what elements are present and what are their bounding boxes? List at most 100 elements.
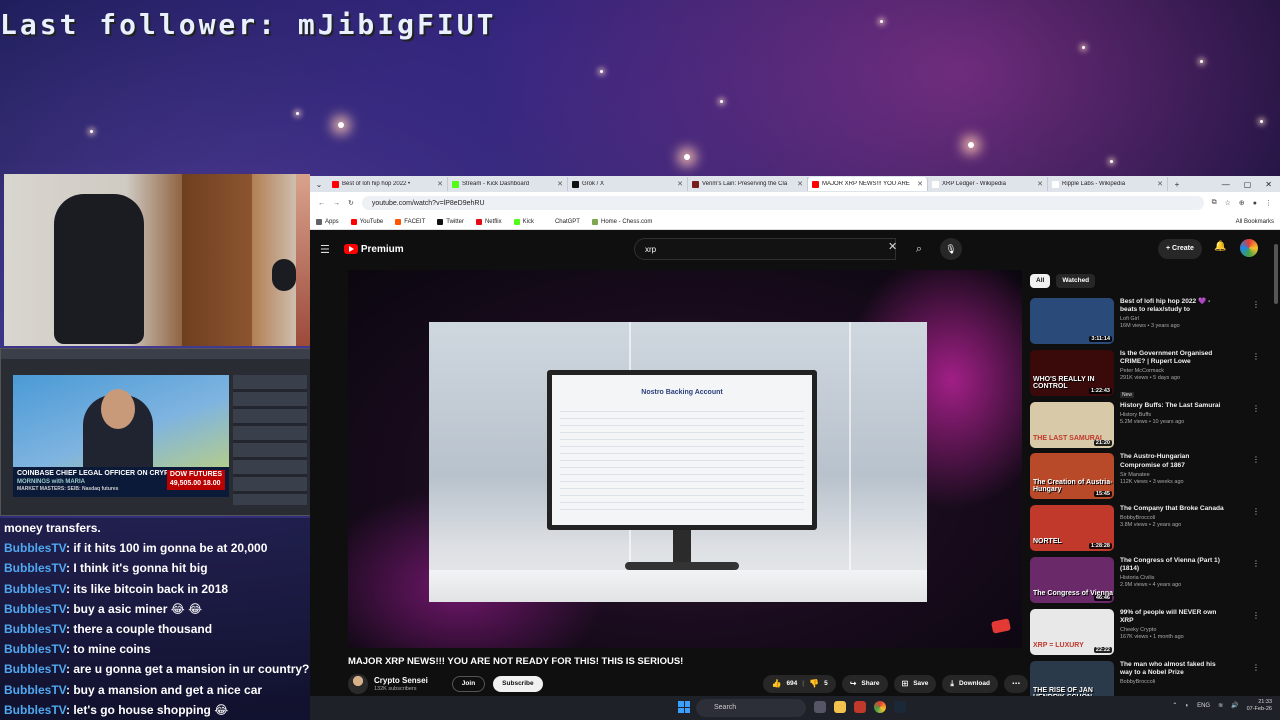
new-tab-button[interactable]: + [1168,180,1186,189]
share-button[interactable]: ↪ Share [841,675,888,693]
bookmark-item[interactable]: Twitter [437,218,464,225]
steam-icon[interactable] [894,701,906,713]
search-input[interactable]: xrp [634,238,896,260]
recommendation-item[interactable]: XRP = LUXURY 22:22 99% of people will NEVE… [1030,608,1270,661]
more-options-icon[interactable]: ⋮ [1252,611,1260,620]
avatar[interactable] [1240,239,1258,257]
recommendation-channel[interactable]: Lofi Girl [1120,316,1228,323]
browser-tab[interactable]: MAJOR XRP NEWS!!! YOU ARE ✕ [808,177,928,191]
recommendation-title[interactable]: The man who almost faked his way to a No… [1120,661,1228,677]
tab-close-icon[interactable]: ✕ [557,180,563,188]
video-thumbnail[interactable]: WHO'S REALLY IN CONTROL 1:22:43 [1030,349,1114,396]
chat-username[interactable]: BubblesTV [4,662,66,676]
close-window-icon[interactable]: ✕ [1265,180,1272,189]
recommendation-channel[interactable]: Peter McCormack [1120,368,1228,375]
youtube-logo[interactable]: Premium [343,244,404,255]
like-button[interactable]: 👍 694 | 👎 5 [763,675,836,693]
reload-icon[interactable]: ↻ [348,199,354,207]
save-button[interactable]: ⊞ Save [893,675,937,693]
search-icon[interactable]: ⌕ [906,238,932,260]
all-bookmarks[interactable]: All Bookmarks [1236,219,1274,225]
subscribe-button[interactable]: Subscribe [493,676,543,692]
recommendation-item[interactable]: The Creation of Austria-Hungary 15:45 The … [1030,453,1270,505]
chat-username[interactable]: BubblesTV [4,561,66,575]
bookmark-item[interactable]: Apps [316,218,339,225]
video-player[interactable]: Nostro Backing Account [348,270,1022,648]
channel-watermark-icon[interactable] [990,618,1012,634]
file-explorer-icon[interactable] [834,701,846,713]
recommendation-item[interactable]: The Congress of Vienna 46:46 The Congress … [1030,556,1270,609]
chat-username[interactable]: BubblesTV [4,602,66,616]
minimize-icon[interactable]: — [1222,180,1230,189]
wifi-icon[interactable]: ≋ [1218,702,1223,709]
voice-search-icon[interactable]: 🎙 [940,238,962,260]
windows-start-icon[interactable] [678,701,690,713]
recommendation-title[interactable]: History Buffs: The Last Samurai [1120,402,1228,410]
thumbs-down-icon[interactable]: 👎 [809,675,819,693]
browser-tab[interactable]: XRP Ledger - Wikipedia ✕ [928,177,1048,191]
bookmark-item[interactable]: ChatGPT [545,218,580,225]
bookmark-item[interactable]: Kick [513,218,534,225]
recommendation-title[interactable]: The Congress of Vienna (Part 1) (1814) [1120,557,1228,573]
more-options-icon[interactable]: ⋮ [1252,663,1260,672]
more-options-icon[interactable]: ⋮ [1252,455,1260,464]
chat-username[interactable]: BubblesTV [4,683,66,697]
recommendation-title[interactable]: Is the Government Organised CRIME? | Rup… [1120,350,1228,366]
video-thumbnail[interactable]: XRP = LUXURY 22:22 [1030,608,1114,655]
recommendation-title[interactable]: Best of lofi hip hop 2022 💜 - beats to r… [1120,298,1228,314]
back-icon[interactable]: ← [318,200,325,207]
tab-close-icon[interactable]: ✕ [437,180,443,188]
bookmark-item[interactable]: FACEIT [395,218,425,225]
filter-chip[interactable]: All [1030,274,1051,288]
recommendation-item[interactable]: 3:11:14 Best of lofi hip hop 2022 💜 - bea… [1030,298,1270,350]
tray-chevron-icon[interactable]: ⌃ [1172,702,1177,709]
chat-username[interactable]: BubblesTV [4,541,66,555]
chat-username[interactable]: BubblesTV [4,642,66,656]
recommendation-channel[interactable]: History Buffs [1120,412,1228,419]
tab-close-icon[interactable]: ✕ [1157,180,1163,188]
maximize-icon[interactable]: ▢ [1244,180,1252,189]
calendar-app-icon[interactable] [854,701,866,713]
video-thumbnail[interactable]: NORTEL 1:28:28 [1030,505,1114,552]
chat-username[interactable]: BubblesTV [4,703,66,717]
channel-avatar[interactable] [348,674,368,694]
recommendation-channel[interactable]: BobbyBroccoli [1120,515,1228,522]
browser-tab[interactable]: Best of lofi hip hop 2022 • ✕ [328,177,448,191]
recommendation-item[interactable]: WHO'S REALLY IN CONTROL 1:22:43 Is the Gov… [1030,349,1270,402]
volume-icon[interactable]: 🔊 [1231,702,1238,709]
chat-username[interactable]: BubblesTV [4,622,66,636]
browser-tab[interactable]: Grok / X ✕ [568,177,688,191]
extensions-icon[interactable]: ⊕ [1239,199,1245,207]
task-view-icon[interactable] [814,701,826,713]
browser-tab[interactable]: Venm's Lain: Preserving the Cla ✕ [688,177,808,191]
clock[interactable]: 21:33 07-Feb-26 [1247,699,1272,712]
tab-close-icon[interactable]: ✕ [917,180,923,188]
bookmark-item[interactable]: YouTube [350,218,383,225]
video-thumbnail[interactable]: The Creation of Austria-Hungary 15:45 [1030,453,1114,500]
join-button[interactable]: Join [451,676,486,692]
taskbar-search[interactable]: Search [696,699,806,717]
recommendation-item[interactable]: THE LAST SAMURAI 21:20 History Buffs: The … [1030,401,1270,454]
browser-tab[interactable]: Ripple Labs - Wikipedia ✕ [1048,177,1168,191]
recommendation-title[interactable]: 99% of people will NEVER own XRP [1120,609,1228,625]
forward-icon[interactable]: → [333,200,340,207]
tab-search-icon[interactable]: ⌄ [310,180,328,189]
filter-chip[interactable]: Watched [1056,274,1096,288]
recommendation-channel[interactable]: Cheeky Crypto [1120,627,1228,634]
recommendation-channel[interactable]: Historia Civilis [1120,575,1228,582]
bookmark-item[interactable]: Netflix [475,218,502,225]
clear-search-icon[interactable]: ✕ [888,240,897,253]
video-thumbnail[interactable]: 3:11:14 [1030,298,1114,344]
notifications-icon[interactable]: 🔔 [1214,241,1226,252]
more-options-icon[interactable]: ⋮ [1252,352,1260,361]
more-actions-button[interactable]: ⋯ [1004,675,1028,693]
chrome-icon[interactable] [874,701,886,713]
browser-tab[interactable]: Stream - Kick Dashboard ✕ [448,177,568,191]
recommendation-title[interactable]: The Austro-Hungarian Compromise of 1867 [1120,453,1228,469]
download-button[interactable]: ⤓ Download [942,675,998,693]
bookmark-star-icon[interactable]: ☆ [1225,199,1231,207]
video-thumbnail[interactable]: THE LAST SAMURAI 21:20 [1030,401,1114,448]
profile-icon[interactable]: ● [1253,200,1257,207]
recommendation-title[interactable]: The Company that Broke Canada [1120,505,1228,513]
more-options-icon[interactable]: ⋮ [1252,404,1260,413]
